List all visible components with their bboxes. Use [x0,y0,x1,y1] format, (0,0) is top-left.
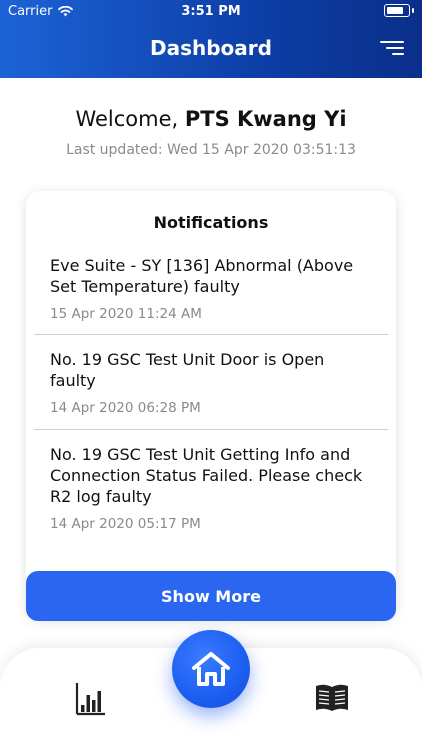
status-time: 3:51 PM [181,4,241,19]
show-more-button[interactable]: Show More [26,571,396,621]
home-icon [192,652,230,686]
menu-icon-line [386,47,404,49]
user-name: PTS Kwang Yi [184,107,347,131]
notification-text: Eve Suite - SY [136] Abnormal (Above Set… [50,256,354,296]
last-updated: Last updated: Wed 15 Apr 2020 03:51:13 [66,142,356,158]
menu-button[interactable] [380,38,404,58]
bar-chart-icon[interactable] [74,681,106,717]
page-title: Dashboard [150,36,272,60]
notifications-title: Notifications [153,213,269,232]
notification-time: 14 Apr 2020 06:28 PM [50,400,201,416]
notification-item[interactable]: No. 19 GSC Test Unit Door is Open faulty… [50,349,372,416]
menu-icon [380,41,404,43]
notification-time: 14 Apr 2020 05:17 PM [50,516,201,532]
app-header: Carrier 3:51 PM Dashboard [0,0,422,78]
welcome-greeting: Welcome, [75,107,179,131]
notification-text: No. 19 GSC Test Unit Getting Info and Co… [50,445,363,506]
notification-time: 15 Apr 2020 11:24 AM [50,306,202,322]
notification-item[interactable]: Eve Suite - SY [136] Abnormal (Above Set… [50,255,372,322]
book-icon[interactable] [314,682,350,714]
divider [34,429,388,430]
welcome-message: Welcome, PTS Kwang Yi [0,107,422,131]
home-button[interactable] [172,630,250,708]
notifications-card: Notifications Eve Suite - SY [136] Abnor… [26,191,396,619]
notification-item[interactable]: No. 19 GSC Test Unit Getting Info and Co… [50,444,372,532]
divider [34,334,388,335]
status-bar: Carrier 3:51 PM [0,0,422,22]
battery-icon [384,4,414,17]
menu-icon-line [392,53,404,55]
notification-text: No. 19 GSC Test Unit Door is Open faulty [50,350,325,390]
